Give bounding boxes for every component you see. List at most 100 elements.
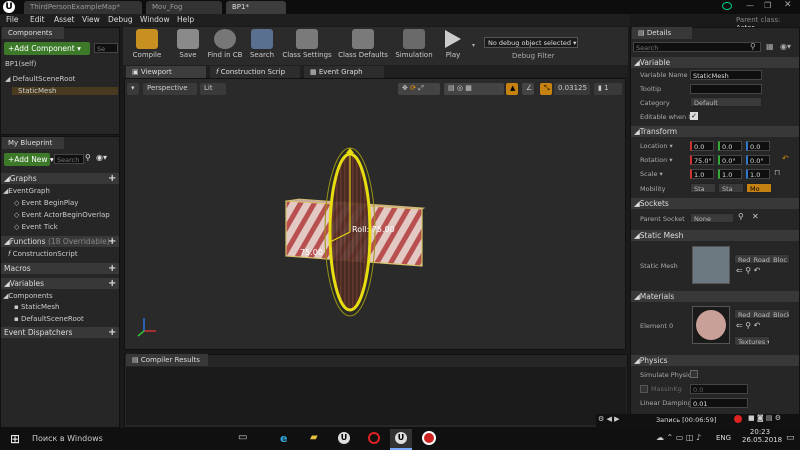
tab-event-graph[interactable]: ▦ Event Graph: [304, 66, 384, 78]
minimize-icon[interactable]: —: [746, 1, 754, 10]
angle-snap-toggle[interactable]: ▲: [506, 83, 518, 95]
edge-icon[interactable]: e: [280, 432, 287, 445]
material-asset-dropdown[interactable]: Red_Road_Block ▾: [734, 309, 790, 319]
tray-icons[interactable]: ☁ ⌃ ▭ ◫ ♪: [656, 433, 701, 442]
opera-icon[interactable]: [368, 432, 380, 444]
physics-section-header[interactable]: ◢Physics: [631, 355, 799, 366]
tab-my-blueprint[interactable]: My Blueprint: [2, 137, 64, 149]
location-z[interactable]: 0.0: [746, 141, 770, 151]
component-static-mesh[interactable]: StaticMesh: [12, 87, 118, 95]
var-default-scene-root[interactable]: ▪ DefaultSceneRoot: [14, 315, 84, 323]
location-y[interactable]: 0.0: [718, 141, 742, 151]
details-eye-icon[interactable]: ◉▾: [780, 42, 791, 51]
add-function-button[interactable]: +: [108, 237, 116, 247]
menu-help[interactable]: Help: [177, 15, 194, 24]
task-view-icon[interactable]: ▭: [238, 432, 247, 443]
tab-details[interactable]: ▤ Details: [632, 27, 692, 39]
var-static-mesh[interactable]: ▪ StaticMesh: [14, 303, 59, 311]
snap-value[interactable]: 0.03125: [554, 83, 590, 95]
linear-damping-field[interactable]: 0.01: [690, 398, 748, 408]
components-search-input[interactable]: Se: [94, 43, 118, 53]
search-icon[interactable]: ⚲: [85, 153, 91, 162]
scale-y[interactable]: 1.0: [718, 169, 742, 179]
material-tools-icon[interactable]: ⇐ ⚲ ↶: [736, 321, 760, 330]
unreal-launcher-icon[interactable]: U: [338, 432, 350, 444]
sockets-section-header[interactable]: ◢Sockets: [631, 198, 799, 209]
static-mesh-section-header[interactable]: ◢Static Mesh: [631, 230, 799, 241]
variables-header[interactable]: ◢Variables: [1, 278, 119, 289]
add-graph-button[interactable]: +: [108, 174, 116, 184]
socket-search-icon[interactable]: ⚲: [738, 212, 744, 221]
close-icon[interactable]: ✕: [784, 0, 792, 10]
details-search-input[interactable]: Search: [633, 42, 761, 52]
debug-object-select[interactable]: No debug object selected ▾: [484, 37, 578, 48]
scale-label[interactable]: Scale ▾: [640, 170, 663, 178]
mass-override-checkbox[interactable]: [640, 385, 648, 393]
clock[interactable]: 20:23 26.05.2018: [742, 428, 782, 444]
tab-components[interactable]: Components: [2, 27, 64, 39]
scale-snap-toggle[interactable]: ⤡: [540, 83, 552, 95]
tab-viewport[interactable]: ▣ Viewport: [126, 66, 206, 78]
class-settings-button[interactable]: Class Settings: [280, 28, 334, 64]
component-default-scene-root[interactable]: ◢ DefaultSceneRoot: [5, 75, 75, 83]
scale-x[interactable]: 1.0: [690, 169, 714, 179]
transform-section-header[interactable]: ◢Transform: [631, 126, 799, 137]
recording-controls-icon[interactable]: ⚙ ◀ ▶: [598, 415, 620, 423]
tab-compiler-results[interactable]: ▤ Compiler Results: [126, 354, 208, 366]
tab-mov-fog[interactable]: Mov_Fog: [146, 1, 222, 14]
materials-section-header[interactable]: ◢Materials: [631, 291, 799, 302]
tooltip-field[interactable]: [690, 84, 762, 94]
compile-button[interactable]: Compile: [124, 28, 170, 64]
construction-script-item[interactable]: f ConstructionScript: [8, 250, 78, 258]
static-mesh-asset-dropdown[interactable]: Red_Road_Bloc ▾: [734, 254, 790, 264]
rotation-x[interactable]: 75.0°: [690, 155, 714, 165]
menu-file[interactable]: File: [6, 15, 19, 24]
category-dropdown[interactable]: Default: [690, 97, 762, 107]
dispatchers-header[interactable]: Event Dispatchers: [1, 327, 119, 338]
parent-socket-field[interactable]: None: [690, 213, 734, 223]
rotation-y[interactable]: 0.0°: [718, 155, 742, 165]
recorder-app-icon[interactable]: [422, 431, 436, 445]
textures-dropdown[interactable]: Textures ▾: [734, 336, 770, 346]
scene-canvas[interactable]: Roll: 75.00 75.00: [124, 96, 624, 348]
unreal-editor-taskbar-item[interactable]: U: [390, 429, 412, 450]
add-variable-button[interactable]: +: [108, 279, 116, 289]
search-button[interactable]: Search: [246, 28, 278, 64]
menu-edit[interactable]: Edit: [30, 15, 45, 24]
file-explorer-icon[interactable]: ▰: [310, 432, 318, 443]
mobility-movable[interactable]: Mo: [746, 183, 772, 193]
notifications-icon[interactable]: ▭: [786, 433, 795, 443]
rotation-z[interactable]: 0.0°: [746, 155, 770, 165]
menu-window[interactable]: Window: [140, 15, 170, 24]
variable-section-header[interactable]: ◢Variable: [631, 57, 799, 68]
add-component-button[interactable]: +Add Component ▾: [4, 42, 90, 55]
menu-asset[interactable]: Asset: [54, 15, 75, 24]
eye-icon[interactable]: ◉▾: [96, 153, 107, 162]
class-defaults-button[interactable]: Class Defaults: [336, 28, 390, 64]
simulate-physics-checkbox[interactable]: [690, 370, 698, 378]
event-graph-item[interactable]: ◢EventGraph: [3, 187, 50, 195]
play-button[interactable]: Play: [436, 28, 470, 64]
language-indicator[interactable]: ENG: [716, 434, 731, 442]
mass-field[interactable]: 0.0: [690, 384, 748, 394]
source-control-icon[interactable]: [722, 2, 732, 10]
components-group[interactable]: ◢Components: [3, 292, 53, 300]
location-x[interactable]: 0.0: [690, 141, 714, 151]
menu-debug[interactable]: Debug: [108, 15, 133, 24]
lit-button[interactable]: Lit: [200, 83, 226, 95]
event-begin-play[interactable]: ◇ Event BeginPlay: [14, 199, 78, 207]
functions-header[interactable]: ◢Functions (18 Overridable): [1, 236, 119, 247]
editable-checkbox[interactable]: ✓: [690, 112, 698, 120]
event-tick[interactable]: ◇ Event Tick: [14, 223, 58, 231]
graphs-header[interactable]: ◢Graphs: [1, 173, 119, 184]
use-selected-icon[interactable]: ⇐ ⚲ ↶: [736, 266, 760, 275]
socket-clear-icon[interactable]: ✕: [752, 212, 759, 221]
grid-view-icon[interactable]: ▦: [766, 42, 774, 51]
mobility-static-1[interactable]: Sta: [690, 183, 716, 193]
transform-tools[interactable]: ✥ ⟳ ⤢: [398, 83, 440, 95]
macros-header[interactable]: Macros: [1, 263, 119, 274]
reset-rotation-icon[interactable]: ↶: [782, 154, 789, 163]
blueprint-search-input[interactable]: Search: [54, 154, 84, 164]
tab-map[interactable]: ThirdPersonExampleMap*: [24, 1, 142, 14]
mobility-static-2[interactable]: Sta: [718, 183, 744, 193]
